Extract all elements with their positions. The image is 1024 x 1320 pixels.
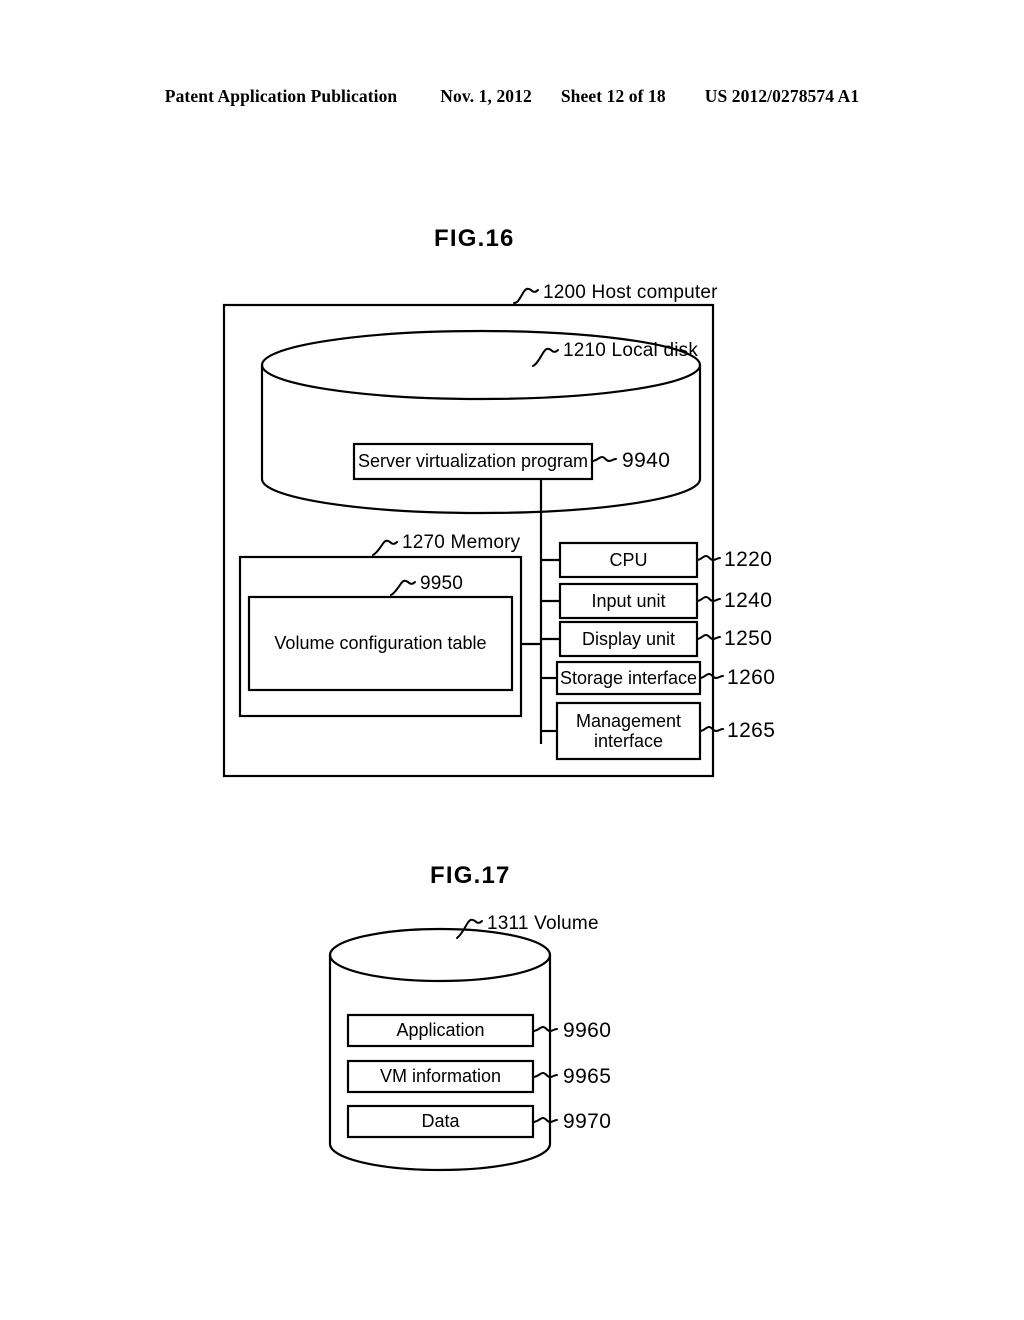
refnum-server-virtualization-program: 9940 <box>622 449 671 472</box>
header-publication: Patent Application Publication <box>164 86 398 106</box>
management-interface-label: Management interface <box>575 710 682 751</box>
callout-local-disk: 1210 Local disk <box>563 340 699 361</box>
data-refnum-leader <box>532 1116 558 1124</box>
local-disk-leader <box>532 347 559 367</box>
storage-interface-label: Storage interface <box>559 667 698 688</box>
volume-configuration-table-label: Volume configuration table <box>274 633 487 654</box>
local-disk-cylinder-top <box>260 364 702 401</box>
figure-17-title: FIG.17 <box>430 862 511 889</box>
figure-16-title: FIG.16 <box>434 225 515 252</box>
display-unit-refnum-leader <box>696 633 721 641</box>
server-virtualization-program-leader <box>591 455 617 463</box>
volume-leader <box>456 918 483 939</box>
management-interface-refnum-leader <box>699 725 724 733</box>
server-virtualization-program-label: Server virtualization program <box>357 451 589 472</box>
refnum-application: 9960 <box>563 1019 612 1042</box>
storage-interface-refnum-leader <box>699 672 724 680</box>
cpu-label: CPU <box>609 549 648 570</box>
header-date: Nov. 1, 2012 <box>440 86 532 106</box>
memory-leader <box>372 539 398 556</box>
refnum-display-unit: 1250 <box>724 627 773 650</box>
cpu-refnum-leader <box>696 554 721 562</box>
refnum-vm-information: 9965 <box>563 1065 612 1088</box>
input-unit-label: Input unit <box>591 590 666 611</box>
application-label: Application <box>396 1020 485 1041</box>
header-document-number: US 2012/0278574 A1 <box>704 86 860 106</box>
display-unit-label: Display unit <box>581 628 676 649</box>
application-refnum-leader <box>532 1025 558 1033</box>
input-unit-refnum-leader <box>696 595 721 603</box>
refnum-management-interface: 1265 <box>727 719 776 742</box>
page-header: Patent Application Publication Nov. 1, 2… <box>0 86 1024 107</box>
refnum-cpu: 1220 <box>724 548 773 571</box>
callout-volume: 1311 Volume <box>487 913 599 934</box>
callout-volume-configuration-table: 9950 <box>420 573 464 594</box>
vm-information-refnum-leader <box>532 1071 558 1079</box>
callout-host-computer: 1200 Host computer <box>543 282 718 303</box>
volume-cylinder-top <box>328 954 552 983</box>
vm-information-label: VM information <box>379 1066 502 1087</box>
refnum-storage-interface: 1260 <box>727 666 776 689</box>
callout-memory: 1270 Memory <box>402 532 521 553</box>
header-sheet: Sheet 12 of 18 <box>560 86 666 106</box>
volume-configuration-table-leader <box>390 579 416 596</box>
host-computer-leader <box>513 287 539 304</box>
data-label: Data <box>421 1111 460 1132</box>
refnum-data: 9970 <box>563 1110 612 1133</box>
refnum-input-unit: 1240 <box>724 589 773 612</box>
